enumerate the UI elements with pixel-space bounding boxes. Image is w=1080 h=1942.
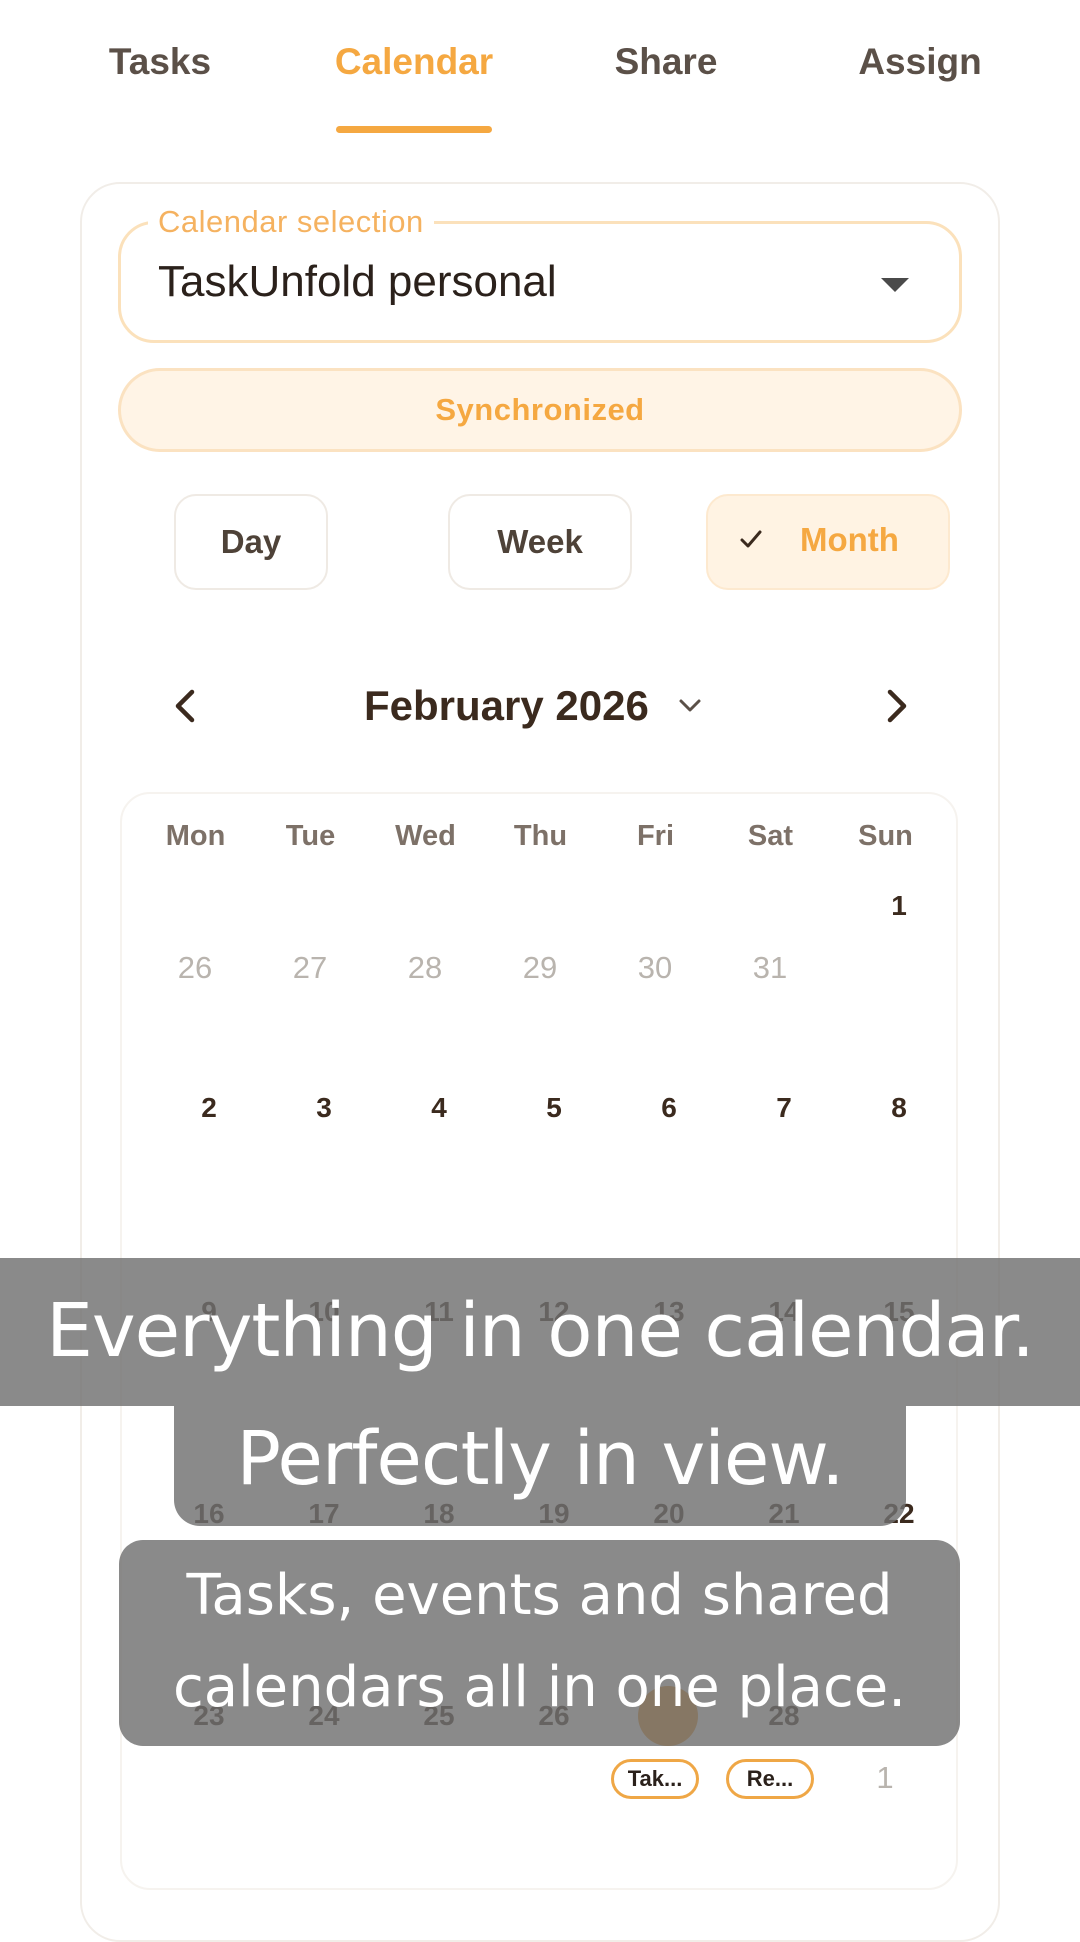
calendar-selection-label: Calendar selection: [148, 201, 434, 243]
calendar-day[interactable]: 30: [625, 950, 685, 986]
view-week-button[interactable]: Week: [448, 494, 632, 590]
previous-month-icon[interactable]: [166, 686, 206, 726]
weekday-label: Sun: [858, 820, 913, 852]
dropdown-arrow-icon[interactable]: [881, 278, 909, 292]
chevron-down-icon[interactable]: [677, 697, 703, 715]
month-title[interactable]: February 2026: [364, 678, 649, 734]
calendar-day[interactable]: 29: [510, 950, 570, 986]
weekday-label: Sat: [747, 820, 794, 852]
tab-calendar[interactable]: Calendar: [326, 38, 502, 86]
calendar-day[interactable]: 8: [869, 1090, 929, 1126]
calendar-day[interactable]: 27: [280, 950, 340, 986]
weekday-label: Tue: [285, 820, 336, 852]
caption-headline-line1: Everything in one calendar.: [0, 1258, 1080, 1406]
view-day-button[interactable]: Day: [174, 494, 328, 590]
calendar-day[interactable]: 26: [165, 950, 225, 986]
event-chip[interactable]: Tak...: [611, 1759, 699, 1799]
weekday-label: Fri: [636, 820, 675, 852]
tab-share[interactable]: Share: [600, 38, 732, 86]
weekday-label: Thu: [513, 820, 568, 852]
next-month-icon[interactable]: [876, 686, 916, 726]
tab-assign[interactable]: Assign: [850, 38, 990, 86]
event-chip[interactable]: Re...: [726, 1759, 814, 1799]
calendar-day[interactable]: 3: [294, 1090, 354, 1126]
active-tab-indicator: [336, 126, 492, 133]
calendar-selection-value[interactable]: TaskUnfold personal: [158, 254, 557, 310]
caption-subtitle: Tasks, events and shared calendars all i…: [119, 1540, 960, 1746]
calendar-day[interactable]: 4: [409, 1090, 469, 1126]
calendar-day[interactable]: 5: [524, 1090, 584, 1126]
top-tab-bar: Tasks Calendar Share Assign: [0, 0, 1080, 140]
weekday-label: Mon: [165, 820, 226, 852]
weekday-label: Wed: [395, 820, 456, 852]
calendar-day[interactable]: 6: [639, 1090, 699, 1126]
tab-tasks[interactable]: Tasks: [100, 38, 220, 86]
caption-headline-line2: Perfectly in view.: [174, 1406, 906, 1526]
calendar-day[interactable]: 1: [855, 1760, 915, 1796]
view-month-label: Month: [800, 521, 899, 558]
check-icon: [740, 530, 762, 548]
calendar-day[interactable]: 28: [395, 950, 455, 986]
calendar-day[interactable]: 1: [869, 888, 929, 924]
calendar-day[interactable]: 31: [740, 950, 800, 986]
sync-status-badge: Synchronized: [118, 368, 962, 452]
calendar-day[interactable]: 7: [754, 1090, 814, 1126]
calendar-day[interactable]: 2: [179, 1090, 239, 1126]
